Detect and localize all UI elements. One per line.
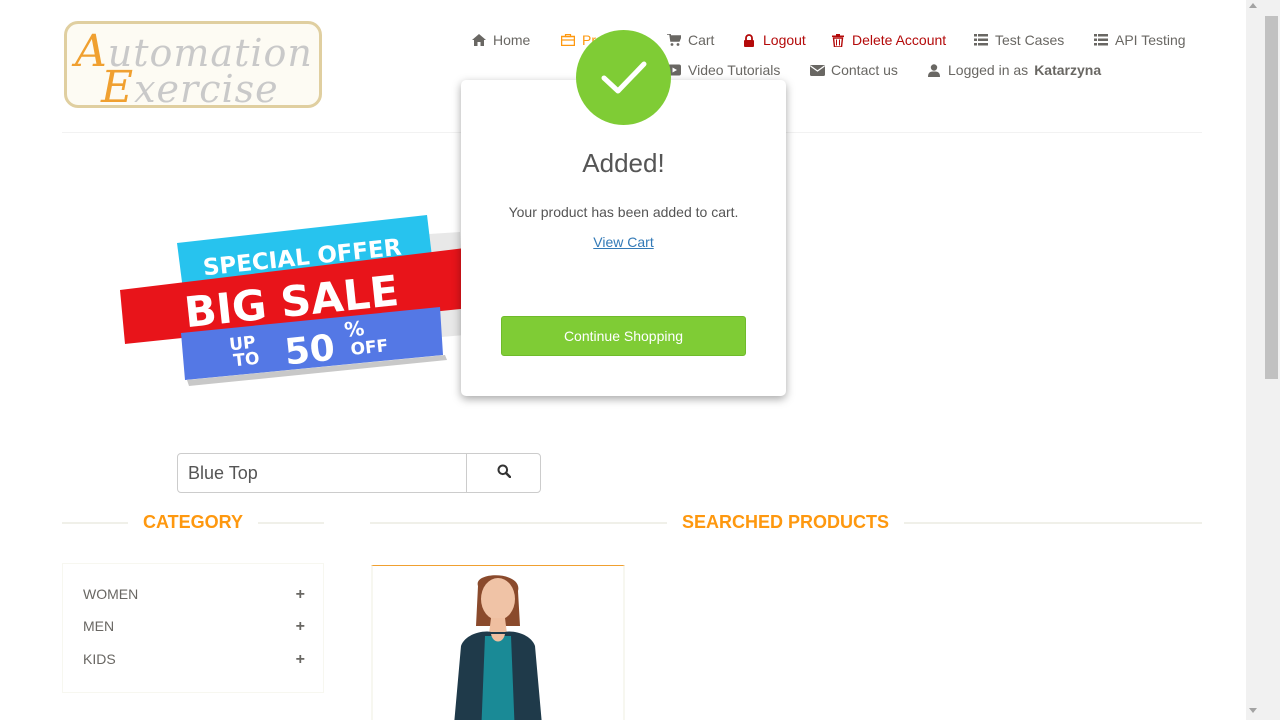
user-icon (926, 63, 942, 77)
category-label: WOMEN (83, 586, 139, 602)
page: Automation Exercise Home Products Cart L… (0, 0, 1246, 720)
view-cart-link[interactable]: View Cart (461, 234, 786, 250)
category-item-women[interactable]: WOMEN + (83, 586, 305, 604)
category-panel: WOMEN + MEN + KIDS + (62, 563, 324, 693)
nav-test-cases[interactable]: Test Cases (973, 32, 1064, 48)
nav-delete-account[interactable]: Delete Account (830, 32, 946, 48)
product-card[interactable] (371, 565, 625, 720)
success-check-icon (576, 30, 671, 125)
site-logo[interactable]: Automation Exercise (64, 21, 322, 113)
modal-title: Added! (582, 148, 665, 178)
plus-icon[interactable]: + (296, 618, 305, 636)
nav-logout-label: Logout (763, 32, 806, 48)
category-title: CATEGORY (128, 512, 259, 533)
list-icon (1093, 33, 1109, 47)
cart-icon (666, 33, 682, 47)
search-input[interactable] (177, 453, 467, 493)
nav-home-label: Home (493, 32, 531, 48)
list-icon (973, 33, 989, 47)
logged-in-username: Katarzyna (1034, 62, 1102, 78)
category-label: MEN (83, 618, 115, 634)
nav-test-cases-label: Test Cases (995, 32, 1065, 48)
modal-message: Your product has been added to cart. (508, 204, 739, 220)
added-to-cart-modal: Added! Your product has been added to ca… (461, 80, 786, 396)
nav-home[interactable]: Home (471, 32, 530, 48)
scroll-down-arrow-icon[interactable] (1249, 708, 1257, 713)
envelope-icon (809, 63, 825, 77)
trash-icon (830, 33, 846, 47)
nav-video-tutorials-label: Video Tutorials (688, 62, 781, 78)
nav-video-tutorials[interactable]: Video Tutorials (666, 62, 780, 78)
products-icon (560, 33, 576, 47)
logged-in-status: Logged in as Katarzyna (926, 62, 1101, 78)
nav-logout[interactable]: Logout (741, 32, 806, 48)
scrollbar-thumb[interactable] (1265, 16, 1278, 379)
nav-contact-us-label: Contact us (831, 62, 898, 78)
logo-line-2: Exercise (101, 62, 279, 113)
nav-api-testing-label: API Testing (1115, 32, 1186, 48)
category-item-kids[interactable]: KIDS + (83, 651, 305, 669)
nav-api-testing[interactable]: API Testing (1093, 32, 1186, 48)
logo-cap-e: E (101, 62, 135, 113)
plus-icon[interactable]: + (296, 651, 305, 669)
nav-cart[interactable]: Cart (666, 32, 714, 48)
home-icon (471, 33, 487, 47)
search-icon (497, 464, 511, 483)
banner-off: OFF (350, 336, 390, 360)
category-label: KIDS (83, 651, 116, 667)
product-image (373, 566, 623, 720)
special-offer-banner: SPECIAL OFFER BIG SALE UP TO 50 % OFF (120, 215, 470, 386)
nav-cart-label: Cart (688, 32, 715, 48)
banner-fifty: 50 (283, 328, 337, 374)
search-button[interactable] (466, 453, 541, 493)
lock-icon (741, 33, 757, 47)
plus-icon[interactable]: + (296, 586, 305, 604)
continue-shopping-button[interactable]: Continue Shopping (501, 316, 746, 356)
nav-delete-account-label: Delete Account (852, 32, 947, 48)
category-item-men[interactable]: MEN + (83, 618, 305, 636)
searched-products-title: SEARCHED PRODUCTS (667, 512, 905, 533)
logo-text-2: xercise (134, 67, 279, 111)
logged-in-prefix: Logged in as (948, 62, 1029, 78)
scroll-up-arrow-icon[interactable] (1249, 3, 1257, 8)
nav-contact-us[interactable]: Contact us (809, 62, 898, 78)
banner-to: TO (232, 349, 260, 372)
